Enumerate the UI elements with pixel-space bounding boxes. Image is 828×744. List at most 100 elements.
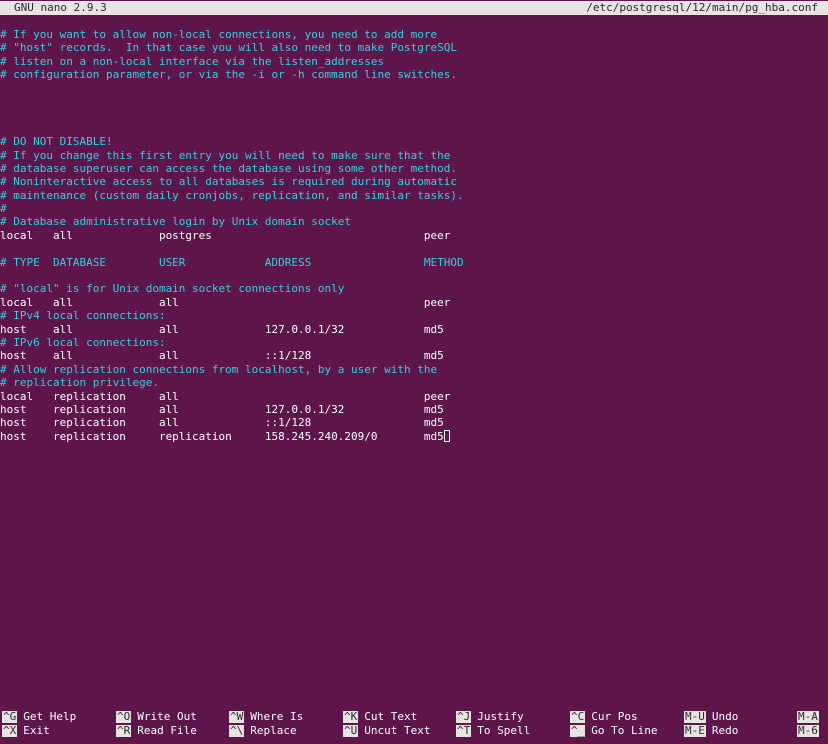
comment-line[interactable]: # If you change this first entry you wil… bbox=[0, 149, 828, 162]
comment-line[interactable]: # bbox=[0, 202, 828, 215]
comment-line[interactable]: # database superuser can access the data… bbox=[0, 162, 828, 175]
line-text: # Noninteractive access to all databases… bbox=[0, 175, 457, 189]
line-text: host all all 127.0.0.1/32 md5 bbox=[0, 322, 444, 336]
shortcut-label: Cut Text bbox=[364, 710, 418, 723]
shortcut-label: Where Is bbox=[250, 710, 304, 723]
shortcut-label: Justify bbox=[477, 710, 524, 723]
shortcut-bar: ^G Get Help ^O Write Out ^W Where Is ^K Cut Tex… bbox=[0, 710, 828, 738]
comment-line[interactable]: # "host" records. In that case you will … bbox=[0, 41, 828, 54]
shortcut-to-spell[interactable]: ^T To Spell bbox=[456, 724, 530, 738]
line-text: # "host" records. In that case you will … bbox=[0, 41, 457, 55]
shortcut-exit[interactable]: ^X Exit bbox=[2, 724, 50, 738]
config-line[interactable]: local all postgres peer bbox=[0, 229, 828, 242]
shortcut-key: ^T bbox=[456, 723, 472, 737]
text-cursor bbox=[443, 429, 451, 442]
shortcut-label: Uncut Text bbox=[364, 723, 431, 737]
shortcut-key: ^O bbox=[116, 710, 132, 723]
shortcut-key: ^\ bbox=[229, 723, 245, 737]
shortcut-uncut-text[interactable]: ^U Uncut Text bbox=[343, 724, 430, 738]
comment-line[interactable]: # IPv4 local connections: bbox=[0, 309, 828, 322]
blank-line[interactable] bbox=[0, 95, 828, 108]
line-text: # IPv4 local connections: bbox=[0, 309, 166, 323]
line-text: # TYPE DATABASE USER ADDRESS METHOD bbox=[0, 255, 464, 269]
shortcut-key: ^X bbox=[2, 723, 18, 737]
shortcut-label: Redo bbox=[711, 723, 739, 737]
comment-line[interactable]: # Allow replication connections from loc… bbox=[0, 363, 828, 376]
shortcut-key: ^R bbox=[116, 723, 132, 737]
shortcut-go-to-line[interactable]: ^_ Go To Line bbox=[570, 724, 657, 738]
config-line[interactable]: local replication all peer bbox=[0, 390, 828, 403]
comment-line[interactable]: # IPv6 local connections: bbox=[0, 336, 828, 349]
blank-line[interactable] bbox=[0, 108, 828, 121]
comment-line[interactable]: # listen on a non-local interface via th… bbox=[0, 55, 828, 68]
line-text: # bbox=[0, 202, 7, 216]
blank-line[interactable] bbox=[0, 122, 828, 135]
shortcut-where-is[interactable]: ^W Where Is bbox=[229, 710, 303, 724]
line-text: # database superuser can access the data… bbox=[0, 161, 457, 175]
line-text: # IPv6 local connections: bbox=[0, 335, 166, 349]
line-text: # If you change this first entry you wil… bbox=[0, 148, 451, 162]
shortcut-key-0-7[interactable]: M-A bbox=[797, 710, 825, 724]
line-text: # If you want to allow non-local connect… bbox=[0, 28, 438, 41]
config-line[interactable]: local all all peer bbox=[0, 296, 828, 309]
config-line[interactable]: host replication all 127.0.0.1/32 md5 bbox=[0, 403, 828, 416]
line-text: host all all ::1/128 md5 bbox=[0, 349, 444, 363]
shortcut-key: M-A bbox=[797, 710, 819, 723]
shortcut-key-1-7[interactable]: M-6 bbox=[797, 724, 825, 738]
config-line[interactable]: host replication replication 158.245.240… bbox=[0, 429, 828, 443]
shortcut-label: Write Out bbox=[137, 710, 197, 723]
shortcut-cur-pos[interactable]: ^C Cur Pos bbox=[570, 710, 638, 724]
line-text: # Database administrative login by Unix … bbox=[0, 215, 351, 229]
comment-line[interactable]: # DO NOT DISABLE! bbox=[0, 135, 828, 148]
line-text: # DO NOT DISABLE! bbox=[0, 135, 113, 149]
line-text: # maintenance (custom daily cronjobs, re… bbox=[0, 188, 464, 202]
shortcut-key: ^K bbox=[343, 710, 359, 723]
shortcut-label: Get Help bbox=[23, 710, 77, 723]
config-line[interactable]: host all all 127.0.0.1/32 md5 bbox=[0, 323, 828, 336]
line-text: local replication all peer bbox=[0, 389, 451, 403]
line-text: # configuration parameter, or via the -i… bbox=[0, 68, 457, 82]
comment-line[interactable]: # If you want to allow non-local connect… bbox=[0, 28, 828, 41]
shortcut-replace[interactable]: ^\ Replace bbox=[229, 724, 297, 738]
line-text: host replication all 127.0.0.1/32 md5 bbox=[0, 402, 444, 416]
line-text: # "local" is for Unix domain socket conn… bbox=[0, 282, 345, 296]
shortcut-label: Undo bbox=[711, 710, 739, 723]
shortcut-cut-text[interactable]: ^K Cut Text bbox=[343, 710, 417, 724]
blank-line[interactable] bbox=[0, 269, 828, 282]
line-text: host replication all ::1/128 md5 bbox=[0, 416, 444, 430]
shortcut-label: Go To Line bbox=[591, 723, 658, 737]
line-text: # listen on a non-local interface via th… bbox=[0, 54, 385, 68]
comment-line[interactable]: # replication privilege. bbox=[0, 376, 828, 389]
shortcut-read-file[interactable]: ^R Read File bbox=[116, 724, 197, 738]
shortcut-redo[interactable]: M-E Redo bbox=[684, 724, 738, 738]
shortcut-key: M-E bbox=[684, 723, 706, 737]
editor-buffer[interactable]: # If you want to allow non-local connect… bbox=[0, 28, 828, 688]
blank-line[interactable] bbox=[0, 82, 828, 95]
blank-line[interactable] bbox=[0, 242, 828, 255]
shortcut-justify[interactable]: ^J Justify bbox=[456, 710, 524, 724]
shortcut-get-help[interactable]: ^G Get Help bbox=[2, 710, 76, 724]
line-text: host replication replication 158.245.240… bbox=[0, 429, 444, 443]
comment-line[interactable]: # Noninteractive access to all databases… bbox=[0, 175, 828, 188]
shortcut-undo[interactable]: M-U Undo bbox=[684, 710, 738, 724]
nano-title-bar: GNU nano 2.9.3 /etc/postgresql/12/main/p… bbox=[0, 1, 828, 15]
line-text: # replication privilege. bbox=[0, 376, 159, 390]
file-path: /etc/postgresql/12/main/pg_hba.conf bbox=[586, 1, 818, 14]
shortcut-key: ^C bbox=[570, 710, 586, 723]
comment-line[interactable]: # maintenance (custom daily cronjobs, re… bbox=[0, 189, 828, 202]
shortcut-label: Exit bbox=[23, 723, 50, 737]
shortcut-key: M-U bbox=[684, 710, 706, 723]
shortcut-key: ^J bbox=[456, 710, 472, 723]
config-line[interactable]: host replication all ::1/128 md5 bbox=[0, 416, 828, 429]
shortcut-write-out[interactable]: ^O Write Out bbox=[116, 710, 197, 724]
shortcut-label: Replace bbox=[250, 723, 297, 737]
comment-line[interactable]: # "local" is for Unix domain socket conn… bbox=[0, 282, 828, 295]
comment-line[interactable]: # Database administrative login by Unix … bbox=[0, 215, 828, 228]
config-line[interactable]: host all all ::1/128 md5 bbox=[0, 349, 828, 362]
line-text: # Allow replication connections from loc… bbox=[0, 362, 438, 376]
comment-line[interactable]: # TYPE DATABASE USER ADDRESS METHOD bbox=[0, 256, 828, 269]
shortcut-label: To Spell bbox=[477, 723, 531, 737]
shortcut-key: ^U bbox=[343, 723, 359, 737]
shortcut-key: M-6 bbox=[797, 723, 819, 737]
comment-line[interactable]: # configuration parameter, or via the -i… bbox=[0, 68, 828, 81]
